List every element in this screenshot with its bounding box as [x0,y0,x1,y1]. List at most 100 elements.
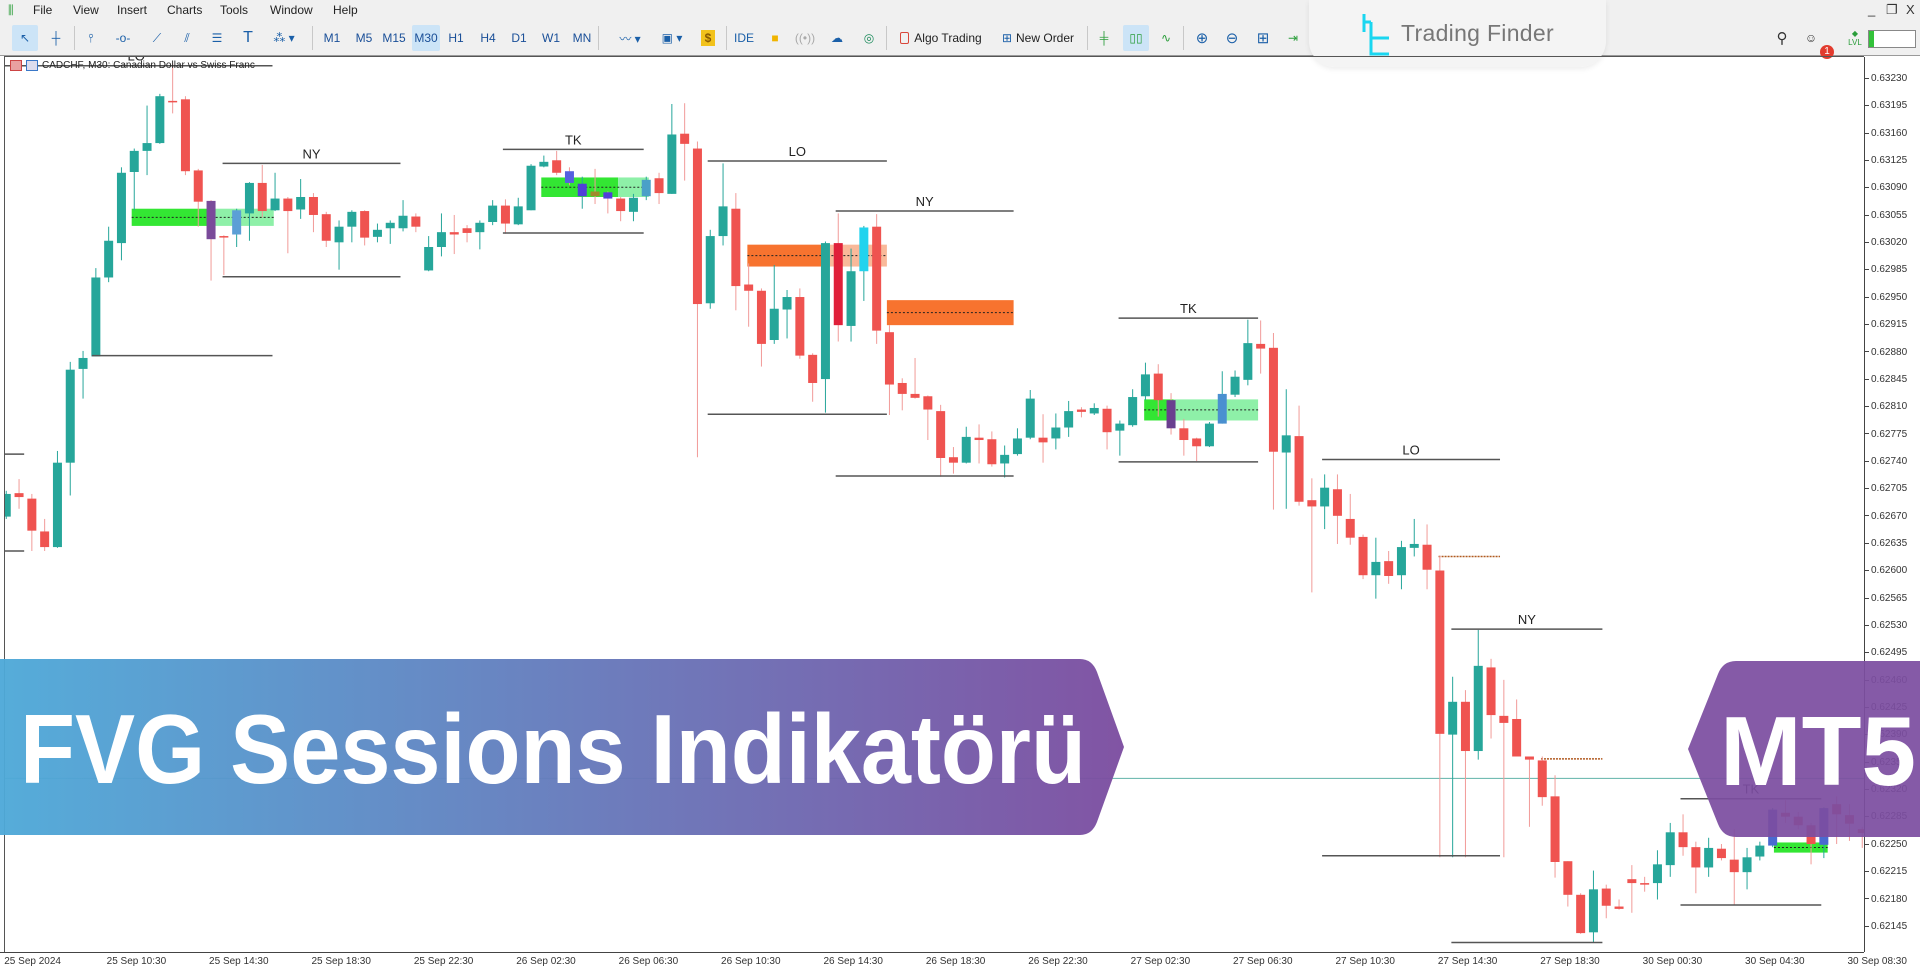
price-tick-label: 0.62565 [1865,593,1907,604]
candle-body [731,208,741,287]
candle-body [1051,427,1061,439]
candle-body [1307,500,1317,507]
candle-body [859,227,869,272]
candle-body [936,411,946,458]
price-axis[interactable]: 0.63230 0.63195 0.63160 0.63125 0.63090 0.630… [1864,57,1920,952]
candle-body [1844,815,1854,824]
candle-body [1128,397,1138,426]
candle-body [1102,408,1112,433]
price-tick-label: 0.62145 [1865,921,1907,932]
candle-body [910,393,920,398]
time-axis[interactable]: 25 Sep 2024 25 Sep 10:30 25 Sep 14:30 25 Se… [0,952,1907,971]
time-tick-label: 26 Sep 02:30 [516,956,576,967]
candle-body [91,277,101,357]
session-label: NY [1518,612,1536,627]
candle-body [603,192,613,199]
price-tick-label: 0.62495 [1865,647,1907,658]
time-tick-label: 26 Sep 22:30 [1028,956,1088,967]
candle-body [14,493,24,498]
price-chart[interactable]: LONYTKLONYTKLONYTK [0,0,1864,952]
price-tick-label: 0.63195 [1865,100,1907,111]
session-label: LO [1402,443,1419,458]
price-tick-label: 0.63230 [1865,73,1907,84]
candle-body [1742,857,1752,873]
candle-body [65,369,75,463]
candle-body [104,240,114,278]
price-tick-label: 0.62775 [1865,429,1907,440]
candle-body [718,206,728,237]
candle-body [1486,667,1496,716]
candle-body [1435,570,1445,734]
session-label: TK [1180,301,1197,316]
candle-body [1563,861,1573,895]
candle-body [1832,804,1842,815]
time-tick-label: 25 Sep 2024 [4,956,61,967]
candle-body [1652,864,1662,884]
price-tick-label: 0.62250 [1865,839,1907,850]
price-tick-label: 0.62460 [1865,675,1907,686]
candle-body [52,462,62,548]
chart-type-icon [26,60,38,71]
time-tick-label: 27 Sep 02:30 [1130,956,1191,967]
candle-body [1640,883,1650,885]
candle-body [1537,760,1547,798]
candle-body [1320,487,1330,507]
price-tick-label: 0.62320 [1865,784,1907,795]
candle-body [1384,561,1394,576]
session-label: NY [916,194,934,209]
candle-body [1780,812,1790,817]
candle-body [385,222,395,229]
candle-body [1601,888,1611,906]
price-tick-label: 0.62880 [1865,347,1907,358]
candle-body [1294,436,1304,502]
time-tick-label: 25 Sep 18:30 [311,956,371,967]
candle-body [846,271,856,326]
candle-body [232,210,242,235]
session-label: TK [1743,782,1760,797]
candle-body [1115,423,1125,431]
candle-body [40,531,50,548]
time-tick-label: 26 Sep 14:30 [823,956,883,967]
candle-body [462,228,472,233]
candle-body [1000,454,1010,464]
candle-body [155,96,165,144]
candle-body [1729,859,1739,873]
price-tick-label: 0.62705 [1865,483,1907,494]
candle-body [129,150,139,172]
time-tick-label: 27 Sep 14:30 [1437,956,1498,967]
candle-body [1448,701,1458,735]
minimize-button[interactable]: _ [1868,2,1875,17]
price-tick-label: 0.62845 [1865,374,1907,385]
candle-body [360,211,370,238]
candle-body [539,161,549,167]
candle-body [270,198,280,211]
candle-body [961,436,971,463]
candle-body [1473,665,1483,752]
candle-body [987,439,997,465]
chart-title: CADCHF, M30: Canadian Dollar vs Swiss Fr… [10,60,255,71]
candle-body [1806,825,1816,845]
restore-button[interactable]: ❐ [1886,2,1898,18]
candle-body [641,179,651,197]
candle-body [552,160,562,173]
candle-body [756,290,766,344]
candle-body [308,196,318,215]
candle-body [347,211,357,227]
candle-body [680,133,690,144]
candle-body [1396,547,1406,576]
time-tick-label: 25 Sep 22:30 [413,956,474,967]
price-tick-label: 0.63055 [1865,210,1907,221]
price-tick-label: 0.62530 [1865,620,1907,631]
price-tick-label: 0.62425 [1865,702,1907,713]
time-tick-label: 30 Sep 00:30 [1642,956,1703,967]
candle-body [411,216,421,227]
candle-body [1268,347,1278,452]
candle-body [475,222,485,233]
candle-body [1678,832,1688,848]
close-button[interactable]: X [1906,2,1915,17]
candle-body [296,196,306,210]
price-tick-label: 0.62950 [1865,292,1907,303]
candle-body [488,205,498,223]
candle-body [833,243,843,326]
candle-body [1691,847,1701,868]
